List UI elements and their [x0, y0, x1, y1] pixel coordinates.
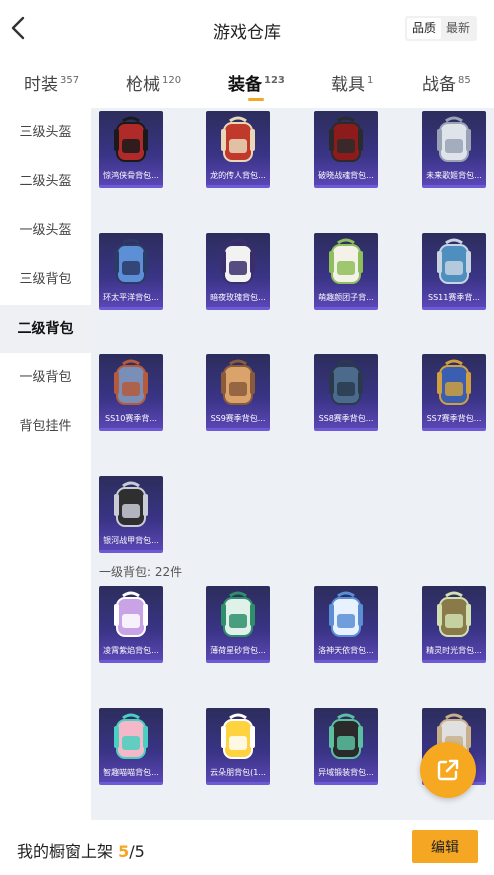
item-card[interactable]: 薄荷星砂背包... [206, 586, 270, 663]
sidebar-item-helmet-1[interactable]: 一级头盔 [0, 207, 91, 255]
backpack-icon [422, 233, 486, 291]
backpack-icon [99, 111, 163, 169]
tab-battle-prep[interactable]: 战备 85 [422, 70, 471, 95]
item-card[interactable]: 银河战甲背包... [99, 476, 163, 553]
tab-count: 120 [162, 75, 182, 86]
showcase-current-count: 5 [118, 842, 130, 861]
item-card[interactable]: SS10赛季背... [99, 354, 163, 431]
category-tabs: 时装 357 枪械 120 装备 123 载具 1 战备 85 [0, 58, 494, 108]
item-name: 薄荷星砂背包... [210, 646, 266, 655]
tab-count: 123 [264, 75, 285, 86]
section-label-level1: 一级背包: 22件 [99, 565, 183, 579]
backpack-icon [206, 233, 270, 291]
sort-option-quality[interactable]: 品质 [407, 18, 441, 39]
tab-count: 357 [60, 75, 80, 86]
item-name: SS10赛季背... [105, 414, 157, 423]
backpack-icon [99, 233, 163, 291]
item-card[interactable]: 智趣喵喵背包... [99, 708, 163, 785]
share-fab[interactable] [420, 742, 476, 798]
share-external-icon [437, 759, 459, 781]
footer-bar: 我的橱窗上架 5/5 编辑 [0, 820, 494, 875]
item-card[interactable]: SS9赛季背包... [206, 354, 270, 431]
item-name: 银河战甲背包... [103, 536, 159, 545]
item-card[interactable]: 惊鸿侠骨背包... [99, 111, 163, 188]
item-name: 萌趣颜团子背... [318, 293, 374, 302]
item-card[interactable]: 云朵朋背包(1... [206, 708, 270, 785]
backpack-icon [206, 111, 270, 169]
showcase-status: 我的橱窗上架 5/5 [17, 838, 145, 862]
item-card[interactable]: 异域锻装背包... [314, 708, 378, 785]
backpack-icon [422, 354, 486, 412]
backpack-icon [206, 354, 270, 412]
item-name: 云朵朋背包(1... [210, 768, 266, 777]
sort-toggle: 品质 最新 [405, 16, 477, 41]
item-card[interactable]: 破晓战魂背包... [314, 111, 378, 188]
tab-weapons[interactable]: 枪械 120 [126, 70, 181, 95]
item-card[interactable]: 龙的传人背包... [206, 111, 270, 188]
item-name: 异域锻装背包... [318, 768, 374, 777]
backpack-icon [99, 586, 163, 644]
item-name: SS9赛季背包... [210, 414, 266, 423]
category-sidebar: 三级头盔 二级头盔 一级头盔 三级背包 二级背包 一级背包 背包挂件 [0, 108, 91, 820]
item-name: 精灵时光背包... [426, 646, 482, 655]
tab-label: 战备 [422, 75, 456, 95]
item-card[interactable]: 萌趣颜团子背... [314, 233, 378, 310]
sidebar-item-backpack-2[interactable]: 二级背包 [0, 305, 91, 353]
tab-count: 1 [367, 75, 374, 86]
item-card[interactable]: 洛神天依背包... [314, 586, 378, 663]
item-card[interactable]: 环太平洋背包... [99, 233, 163, 310]
item-card[interactable]: SS7赛季背包... [422, 354, 486, 431]
item-name: 龙的传人背包... [210, 171, 266, 180]
tab-label: 时装 [24, 75, 58, 95]
item-name: 环太平洋背包... [103, 293, 159, 302]
backpack-icon [314, 708, 378, 766]
backpack-icon [99, 708, 163, 766]
tab-label: 枪械 [126, 75, 160, 95]
sort-option-newest[interactable]: 最新 [441, 18, 475, 39]
backpack-icon [422, 111, 486, 169]
tab-vehicles[interactable]: 载具 1 [331, 70, 373, 95]
item-name: 破晓战魂背包... [318, 171, 374, 180]
sidebar-item-backpack-1[interactable]: 一级背包 [0, 354, 91, 402]
sidebar-item-backpack-charm[interactable]: 背包挂件 [0, 403, 91, 451]
backpack-icon [206, 586, 270, 644]
item-card[interactable]: 暗夜玫瑰背包... [206, 233, 270, 310]
sidebar-item-backpack-3[interactable]: 三级背包 [0, 256, 91, 304]
backpack-icon [99, 476, 163, 534]
item-name: SS7赛季背包... [426, 414, 482, 423]
item-name: 凌霄紫焰背包... [103, 646, 159, 655]
backpack-icon [422, 586, 486, 644]
item-card[interactable]: 未来歌姬背包... [422, 111, 486, 188]
sidebar-item-helmet-2[interactable]: 二级头盔 [0, 158, 91, 206]
showcase-label: 我的橱窗上架 [17, 842, 114, 861]
item-name: SS8赛季背包... [318, 414, 374, 423]
top-bar: 游戏仓库 品质 最新 [0, 0, 494, 58]
item-card[interactable]: 凌霄紫焰背包... [99, 586, 163, 663]
backpack-icon [314, 111, 378, 169]
item-card[interactable]: 精灵时光背包... [422, 586, 486, 663]
item-name: 智趣喵喵背包... [103, 768, 159, 777]
tab-count: 85 [458, 75, 471, 86]
backpack-icon [314, 586, 378, 644]
item-grid: 一级背包: 22件 惊鸿侠骨背包... 龙的传人背包... 破晓战魂背包... 未来歌… [91, 108, 494, 820]
item-name: SS11赛季背... [428, 293, 480, 302]
item-name: 暗夜玫瑰背包... [210, 293, 266, 302]
tab-label: 装备 [228, 75, 262, 95]
item-name: 洛神天依背包... [318, 646, 374, 655]
backpack-icon [314, 354, 378, 412]
item-name: 未来歌姬背包... [426, 171, 482, 180]
item-name: 惊鸿侠骨背包... [103, 171, 159, 180]
backpack-icon [314, 233, 378, 291]
edit-button[interactable]: 编辑 [412, 830, 478, 863]
tab-equipment[interactable]: 装备 123 [228, 70, 285, 101]
showcase-total-count: 5 [134, 842, 145, 861]
backpack-icon [99, 354, 163, 412]
item-card[interactable]: SS8赛季背包... [314, 354, 378, 431]
tab-label: 载具 [331, 75, 365, 95]
item-card[interactable]: SS11赛季背... [422, 233, 486, 310]
sidebar-item-helmet-3[interactable]: 三级头盔 [0, 109, 91, 157]
tab-fashion[interactable]: 时装 357 [24, 70, 79, 95]
backpack-icon [206, 708, 270, 766]
